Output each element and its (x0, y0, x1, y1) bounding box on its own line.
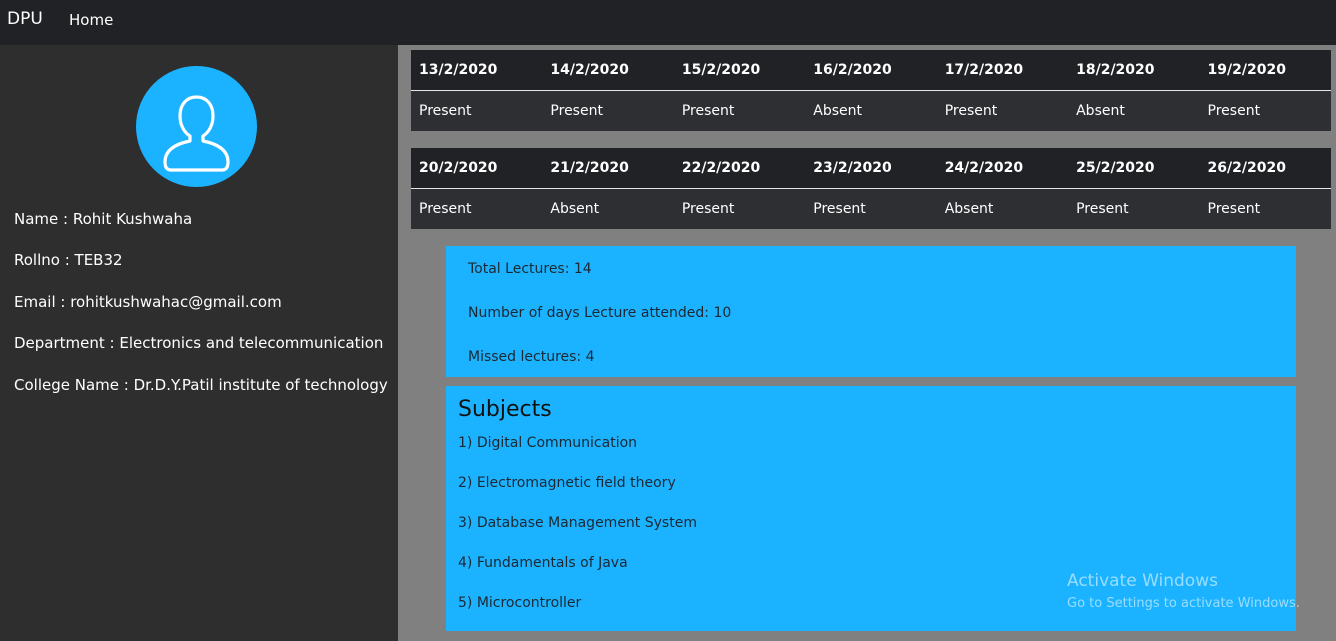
attendance-status: Present (542, 90, 674, 131)
profile-sidebar: Name : Rohit Kushwaha Rollno : TEB32 Ema… (0, 45, 398, 641)
attendance-date: 16/2/2020 (805, 50, 937, 91)
attendance-status-row: Present Present Present Absent Present A… (411, 90, 1331, 131)
user-icon (163, 95, 230, 172)
attendance-date: 21/2/2020 (542, 148, 674, 189)
attendance-date: 17/2/2020 (936, 50, 1069, 91)
attendance-date: 19/2/2020 (1199, 50, 1331, 91)
subject-item: 4) Fundamentals of Java (458, 555, 628, 571)
activate-windows-watermark: Activate Windows (1067, 571, 1218, 591)
attendance-date: 18/2/2020 (1068, 50, 1200, 91)
subject-item: 3) Database Management System (458, 515, 697, 531)
lectures-attended: Number of days Lecture attended: 10 (468, 305, 732, 321)
missed-lectures: Missed lectures: 4 (468, 349, 595, 365)
attendance-date: 24/2/2020 (936, 148, 1069, 189)
main-content: 13/2/2020 14/2/2020 15/2/2020 16/2/2020 … (398, 45, 1336, 641)
attendance-status-row: Present Absent Present Present Absent Pr… (411, 188, 1331, 229)
subject-item: 1) Digital Communication (458, 435, 638, 451)
avatar (136, 66, 257, 187)
attendance-date: 14/2/2020 (542, 50, 674, 91)
activate-windows-hint: Go to Settings to activate Windows. (1067, 596, 1300, 611)
attendance-date-row: 20/2/2020 21/2/2020 22/2/2020 23/2/2020 … (411, 148, 1331, 189)
attendance-status: Present (1199, 188, 1331, 229)
navbar: DPU Home (0, 0, 1336, 45)
attendance-summary-card: Total Lectures: 14 Number of days Lectur… (446, 246, 1296, 377)
total-lectures: Total Lectures: 14 (468, 261, 592, 277)
brand-logo[interactable]: DPU (7, 9, 43, 29)
subjects-heading: Subjects (458, 397, 552, 422)
attendance-status: Absent (805, 90, 937, 131)
attendance-date: 26/2/2020 (1199, 148, 1331, 189)
attendance-status: Present (411, 90, 543, 131)
attendance-date: 13/2/2020 (411, 50, 543, 91)
subject-item: 5) Microcontroller (458, 595, 582, 611)
attendance-status: Absent (936, 188, 1069, 229)
attendance-status: Absent (542, 188, 674, 229)
profile-rollno: Rollno : TEB32 (14, 251, 123, 269)
profile-name: Name : Rohit Kushwaha (14, 210, 193, 228)
attendance-table-week1: 13/2/2020 14/2/2020 15/2/2020 16/2/2020 … (411, 50, 1331, 131)
attendance-date: 20/2/2020 (411, 148, 543, 189)
attendance-status: Present (1199, 90, 1331, 131)
attendance-status: Present (673, 90, 806, 131)
attendance-status: Present (936, 90, 1069, 131)
subjects-card: Subjects 1) Digital Communication 2) Ele… (446, 386, 1296, 631)
attendance-date: 22/2/2020 (673, 148, 806, 189)
attendance-status: Present (805, 188, 937, 229)
profile-email: Email : rohitkushwahac@gmail.com (14, 293, 282, 311)
attendance-date-row: 13/2/2020 14/2/2020 15/2/2020 16/2/2020 … (411, 50, 1331, 91)
attendance-status: Absent (1068, 90, 1200, 131)
attendance-date: 15/2/2020 (673, 50, 806, 91)
attendance-status: Present (673, 188, 806, 229)
attendance-date: 23/2/2020 (805, 148, 937, 189)
attendance-table-week2: 20/2/2020 21/2/2020 22/2/2020 23/2/2020 … (411, 148, 1331, 229)
subject-item: 2) Electromagnetic field theory (458, 475, 676, 491)
profile-college: College Name : Dr.D.Y.Patil institute of… (14, 376, 388, 394)
nav-home-link[interactable]: Home (69, 11, 113, 29)
attendance-date: 25/2/2020 (1068, 148, 1200, 189)
attendance-status: Present (1068, 188, 1200, 229)
attendance-status: Present (411, 188, 543, 229)
profile-department: Department : Electronics and telecommuni… (14, 334, 384, 352)
